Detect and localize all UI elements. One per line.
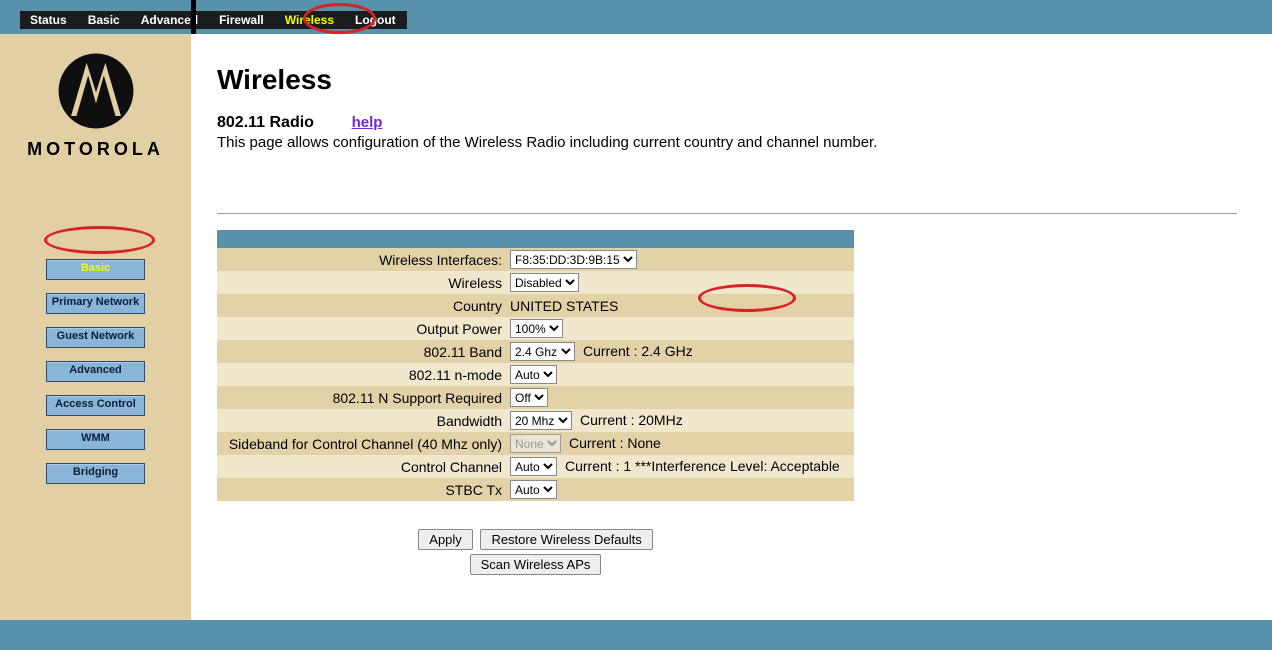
settings-row: STBC TxAuto (217, 478, 854, 501)
setting-select-802-11-n-support-required[interactable]: Off (510, 388, 548, 407)
page-subtitle: 802.11 Radio (217, 114, 314, 132)
topnav-item-basic[interactable]: Basic (78, 11, 131, 29)
sidebar-item-wmm[interactable]: WMM (46, 429, 145, 450)
setting-select-sideband-for-control-channel-40-mhz-only-: None (510, 434, 561, 453)
setting-label: STBC Tx (217, 478, 506, 501)
setting-label: Output Power (217, 317, 506, 340)
sidebar-item-primary-network[interactable]: Primary Network (46, 293, 145, 314)
setting-suffix: Current : 20MHz (580, 412, 683, 428)
setting-label: 802.11 Band (217, 340, 506, 363)
setting-select-802-11-band[interactable]: 2.4 Ghz (510, 342, 575, 361)
setting-select-802-11-n-mode[interactable]: Auto (510, 365, 557, 384)
motorola-logo (57, 52, 135, 130)
setting-select-bandwidth[interactable]: 20 Mhz (510, 411, 572, 430)
settings-row: Control ChannelAuto Current : 1 ***Interf… (217, 455, 854, 478)
settings-row: WirelessDisabled (217, 271, 854, 294)
apply-button[interactable]: Apply (418, 529, 473, 550)
footer-bar (0, 620, 1272, 650)
settings-row: 802.11 Band2.4 Ghz Current : 2.4 GHz (217, 340, 854, 363)
settings-row: CountryUNITED STATES (217, 294, 854, 317)
sidebar: MOTOROLA Basic Primary Network Guest Netwo… (0, 34, 191, 620)
topnav-item-wireless[interactable]: Wireless (275, 11, 345, 29)
scan-aps-button[interactable]: Scan Wireless APs (470, 554, 602, 575)
sidebar-item-access-control[interactable]: Access Control (46, 395, 145, 416)
setting-label: Bandwidth (217, 409, 506, 432)
restore-defaults-button[interactable]: Restore Wireless Defaults (480, 529, 652, 550)
settings-row: Output Power100% (217, 317, 854, 340)
setting-suffix: Current : None (569, 435, 661, 451)
top-nav: StatusBasicAdvancedFirewallWirelessLogou… (20, 11, 407, 29)
setting-select-output-power[interactable]: 100% (510, 319, 563, 338)
brand-text: MOTOROLA (0, 139, 191, 160)
sidebar-item-bridging[interactable]: Bridging (46, 463, 145, 484)
setting-suffix: Current : 2.4 GHz (583, 343, 693, 359)
settings-row: Sideband for Control Channel (40 Mhz onl… (217, 432, 854, 455)
setting-label: 802.11 n-mode (217, 363, 506, 386)
setting-label: 802.11 N Support Required (217, 386, 506, 409)
settings-row: Bandwidth20 Mhz Current : 20MHz (217, 409, 854, 432)
setting-label: Wireless Interfaces: (217, 248, 506, 271)
topnav-item-logout[interactable]: Logout (345, 11, 407, 29)
page-title: Wireless (217, 64, 1272, 96)
sidebar-item-advanced[interactable]: Advanced (46, 361, 145, 382)
setting-select-stbc-tx[interactable]: Auto (510, 480, 557, 499)
setting-label: Wireless (217, 271, 506, 294)
page-description: This page allows configuration of the Wi… (217, 134, 1272, 151)
setting-label: Country (217, 294, 506, 317)
setting-select-control-channel[interactable]: Auto (510, 457, 557, 476)
setting-label: Control Channel (217, 455, 506, 478)
content-divider (217, 213, 1237, 214)
sidebar-item-guest-network[interactable]: Guest Network (46, 327, 145, 348)
setting-select-wireless[interactable]: Disabled (510, 273, 579, 292)
topnav-item-status[interactable]: Status (20, 11, 78, 29)
sidebar-item-basic[interactable]: Basic (46, 259, 145, 280)
settings-row: 802.11 N Support RequiredOff (217, 386, 854, 409)
setting-label: Sideband for Control Channel (40 Mhz onl… (217, 432, 506, 455)
topnav-item-firewall[interactable]: Firewall (209, 11, 275, 29)
settings-table: Wireless Interfaces:F8:35:DD:3D:9B:15Wir… (217, 230, 854, 501)
setting-select-wireless-interfaces-[interactable]: F8:35:DD:3D:9B:15 (510, 250, 637, 269)
help-link[interactable]: help (352, 114, 383, 131)
setting-value: UNITED STATES (510, 298, 618, 314)
setting-suffix: Current : 1 ***Interference Level: Accep… (565, 458, 840, 474)
settings-row: 802.11 n-modeAuto (217, 363, 854, 386)
topnav-item-advanced[interactable]: Advanced (131, 11, 209, 29)
settings-row: Wireless Interfaces:F8:35:DD:3D:9B:15 (217, 248, 854, 271)
